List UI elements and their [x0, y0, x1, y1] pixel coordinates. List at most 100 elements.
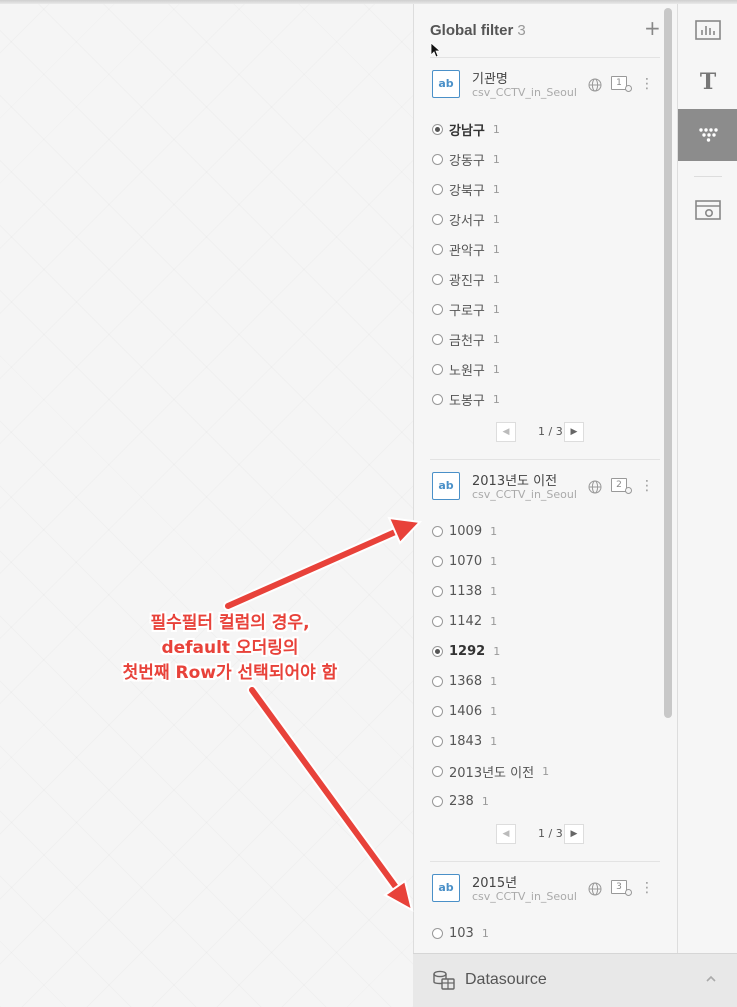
list-item[interactable]: 2013년도 이전 1: [430, 756, 660, 786]
list-item[interactable]: 관악구 1: [430, 234, 660, 264]
order-lock-dot: [625, 487, 632, 494]
radio-button[interactable]: [432, 273, 443, 285]
panel-scrollbar[interactable]: [662, 8, 672, 718]
radio-button[interactable]: [432, 615, 443, 627]
item-label: 1406: [449, 703, 483, 719]
globe-icon[interactable]: [588, 78, 602, 92]
order-badge-icon[interactable]: 1: [611, 76, 633, 94]
rail-widget-settings-button[interactable]: [678, 184, 737, 236]
list-item[interactable]: 1142 1: [430, 606, 660, 636]
string-type-icon: ab: [432, 874, 460, 902]
more-vertical-icon[interactable]: ⋮: [640, 880, 654, 898]
scrollbar-thumb[interactable]: [664, 8, 672, 718]
annotation-line-1: 필수필터 컬럼의 경우,: [150, 613, 310, 633]
list-item[interactable]: 103 1: [430, 918, 660, 948]
annotation-line-2: default 오더링의: [161, 638, 299, 658]
filter-name: 2013년도 이전: [472, 474, 558, 489]
item-count: 1: [493, 644, 501, 658]
panel-header: Global filter 3 +: [430, 18, 661, 48]
filter-block-3: ab 2015년 csv_CCTV_in_Seoul 3 ⋮ 1031 1131: [430, 861, 660, 953]
datasource-icon: [433, 970, 455, 990]
list-item[interactable]: 1070 1: [430, 546, 660, 576]
radio-button[interactable]: [432, 363, 443, 375]
radio-button[interactable]: [432, 213, 443, 225]
filter-item-list: 1031 1131: [430, 918, 660, 953]
item-label: 103: [449, 925, 474, 941]
rail-text-button[interactable]: T: [678, 56, 737, 108]
list-item[interactable]: 강서구 1: [430, 204, 660, 234]
item-label: 관악구: [449, 243, 485, 259]
next-page-button[interactable]: ▶: [564, 824, 584, 844]
list-item[interactable]: 강북구 1: [430, 174, 660, 204]
filter-block-2: ab 2013년도 이전 csv_CCTV_in_Seoul 2 ⋮ 1009 1…: [430, 459, 660, 866]
list-item[interactable]: 도봉구 1: [430, 384, 660, 414]
radio-button[interactable]: [432, 675, 443, 687]
list-item[interactable]: 1843 1: [430, 726, 660, 756]
radio-button[interactable]: [432, 243, 443, 255]
radio-button[interactable]: [432, 705, 443, 717]
radio-button[interactable]: [432, 927, 443, 939]
list-item[interactable]: 1138 1: [430, 576, 660, 606]
prev-page-button[interactable]: ◀: [496, 824, 516, 844]
mouse-cursor-icon: [430, 42, 440, 58]
item-count: 1: [542, 764, 550, 778]
item-label: 1070: [449, 553, 483, 569]
item-count: 1: [492, 332, 500, 346]
list-item[interactable]: 강남구 1: [430, 114, 660, 144]
radio-button[interactable]: [432, 525, 443, 537]
list-item[interactable]: 1292 1: [430, 636, 660, 666]
item-count: 1: [490, 614, 498, 628]
radio-button[interactable]: [432, 735, 443, 747]
dashboard-canvas: [0, 0, 413, 1007]
radio-button[interactable]: [432, 645, 443, 657]
right-icon-rail: T: [677, 4, 737, 953]
list-item[interactable]: 노원구 1: [430, 354, 660, 384]
item-label: 1843: [449, 733, 483, 749]
item-label: 1138: [449, 583, 483, 599]
radio-button[interactable]: [432, 333, 443, 345]
item-count: 1: [492, 272, 500, 286]
prev-page-button[interactable]: ◀: [496, 422, 516, 442]
radio-button[interactable]: [432, 555, 443, 567]
radio-button[interactable]: [432, 795, 443, 807]
datasource-bar[interactable]: Datasource: [413, 953, 737, 1007]
more-vertical-icon[interactable]: ⋮: [640, 478, 654, 496]
list-item[interactable]: 금천구 1: [430, 324, 660, 354]
radio-button[interactable]: [432, 765, 443, 777]
list-item[interactable]: 강동구 1: [430, 144, 660, 174]
list-item[interactable]: 1009 1: [430, 516, 660, 546]
item-label: 강동구: [449, 153, 485, 169]
item-count: 1: [492, 122, 500, 136]
item-label: 금천구: [449, 333, 485, 349]
rail-chart-button[interactable]: [678, 4, 737, 56]
item-count: 1: [490, 674, 498, 688]
radio-button[interactable]: [432, 585, 443, 597]
rail-divider: [694, 176, 722, 177]
filter-source: csv_CCTV_in_Seoul: [472, 86, 577, 99]
order-badge-icon[interactable]: 3: [611, 880, 633, 898]
rail-filter-button[interactable]: [678, 109, 737, 161]
item-label: 도봉구: [449, 393, 485, 409]
radio-button[interactable]: [432, 393, 443, 405]
globe-icon[interactable]: [588, 480, 602, 494]
annotation-line-3: 첫번째 Row가 선택되어야 함: [122, 663, 338, 683]
item-label: 노원구: [449, 363, 485, 379]
add-filter-icon[interactable]: +: [644, 18, 661, 38]
list-item[interactable]: 238 1: [430, 786, 660, 816]
datasource-label: Datasource: [465, 971, 547, 988]
radio-button[interactable]: [432, 153, 443, 165]
list-item[interactable]: 광진구 1: [430, 264, 660, 294]
list-item[interactable]: 1406 1: [430, 696, 660, 726]
more-vertical-icon[interactable]: ⋮: [640, 76, 654, 94]
order-badge-icon[interactable]: 2: [611, 478, 633, 496]
list-item[interactable]: 1368 1: [430, 666, 660, 696]
radio-button[interactable]: [432, 303, 443, 315]
radio-button[interactable]: [432, 183, 443, 195]
item-label: 강서구: [449, 213, 485, 229]
radio-button[interactable]: [432, 123, 443, 135]
chevron-up-icon[interactable]: [705, 974, 717, 984]
widget-settings-icon: [695, 200, 721, 220]
list-item[interactable]: 구로구 1: [430, 294, 660, 324]
globe-icon[interactable]: [588, 882, 602, 896]
next-page-button[interactable]: ▶: [564, 422, 584, 442]
